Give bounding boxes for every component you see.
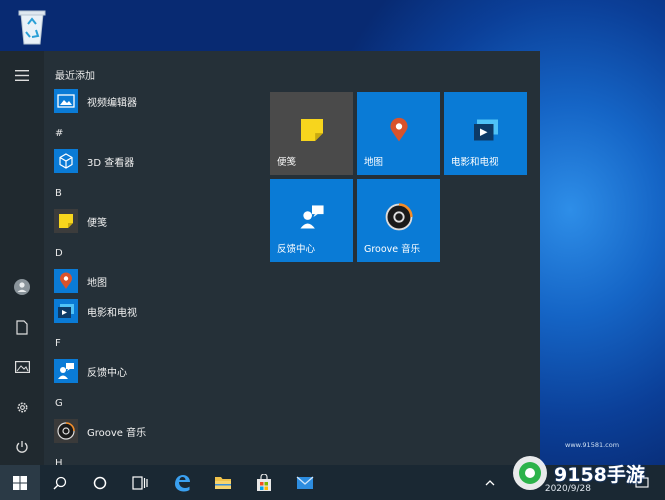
cube-icon: [54, 149, 78, 173]
tile-sticky-notes[interactable]: 便笺: [270, 92, 353, 175]
task-view-button[interactable]: [120, 465, 160, 500]
movies-tv-icon: [54, 299, 78, 323]
app-item-feedback-hub[interactable]: 反馈中心: [44, 356, 256, 386]
app-item-sticky-notes[interactable]: 便笺: [44, 206, 256, 236]
power-icon[interactable]: [0, 431, 44, 463]
mail-button[interactable]: [285, 465, 325, 500]
app-list: 最近添加 视频编辑器 # 3D 查看器 B 便笺 D 地图 电影和电视 F 反馈…: [44, 51, 256, 469]
app-label: 地图: [87, 277, 107, 289]
start-button[interactable]: [0, 465, 40, 500]
windows-logo-icon: [13, 475, 27, 490]
recycle-bin-icon[interactable]: [16, 6, 48, 46]
file-explorer-button[interactable]: [203, 465, 243, 500]
video-editor-icon: [54, 89, 78, 113]
map-pin-icon: [385, 116, 413, 144]
sticky-note-icon: [54, 209, 78, 233]
watermark: 9158手游: [510, 446, 665, 500]
movies-tv-icon: [472, 116, 500, 144]
section-header-hash[interactable]: #: [55, 128, 63, 139]
feedback-hub-icon: [54, 359, 78, 383]
app-label: 3D 查看器: [87, 157, 135, 169]
section-header-g[interactable]: G: [55, 398, 63, 409]
tile-maps[interactable]: 地图: [357, 92, 440, 175]
cortana-button[interactable]: [80, 465, 120, 500]
store-bag-icon: [257, 473, 271, 491]
app-label: 便笺: [87, 217, 107, 229]
watermark-logo-icon: [513, 456, 547, 490]
section-header-d[interactable]: D: [55, 248, 63, 259]
groove-music-icon: [385, 203, 413, 231]
chevron-up-icon: [485, 480, 495, 486]
section-header-recent[interactable]: 最近添加: [55, 67, 95, 82]
edge-button[interactable]: [162, 465, 202, 500]
tile-label: 电影和电视: [451, 157, 499, 168]
tile-label: 便笺: [277, 157, 297, 168]
start-menu: 最近添加 视频编辑器 # 3D 查看器 B 便笺 D 地图 电影和电视 F 反馈…: [0, 51, 540, 469]
tile-movies-tv[interactable]: 电影和电视: [444, 92, 527, 175]
tile-label: 地图: [364, 157, 384, 168]
app-label: 电影和电视: [87, 307, 137, 319]
groove-music-icon: [54, 419, 78, 443]
app-label: 反馈中心: [87, 367, 127, 379]
tile-feedback-hub[interactable]: 反馈中心: [270, 179, 353, 262]
section-header-f[interactable]: F: [55, 338, 61, 349]
app-label: Groove 音乐: [87, 427, 147, 439]
cortana-circle-icon: [93, 476, 107, 489]
show-hidden-icons-button[interactable]: [478, 465, 502, 500]
app-item-3d-viewer[interactable]: 3D 查看器: [44, 146, 256, 176]
app-label: 视频编辑器: [87, 97, 137, 109]
pictures-icon[interactable]: [0, 351, 44, 383]
tile-groove-music[interactable]: Groove 音乐: [357, 179, 440, 262]
search-icon: [53, 476, 67, 489]
map-pin-icon: [54, 269, 78, 293]
folder-icon: [215, 477, 231, 489]
tile-label: Groove 音乐: [364, 244, 421, 255]
mail-envelope-icon: [296, 476, 314, 489]
task-view-icon: [132, 475, 148, 490]
sticky-note-icon: [298, 116, 326, 144]
app-item-movies-tv[interactable]: 电影和电视: [44, 296, 256, 326]
documents-icon[interactable]: [0, 311, 44, 343]
app-item-video-editor[interactable]: 视频编辑器: [44, 86, 256, 116]
settings-gear-icon[interactable]: [0, 391, 44, 423]
section-header-b[interactable]: B: [55, 188, 62, 199]
app-item-groove-music[interactable]: Groove 音乐: [44, 416, 256, 446]
search-button[interactable]: [40, 465, 80, 500]
watermark-brand: 9158手游: [554, 463, 645, 486]
hamburger-menu-icon[interactable]: [0, 59, 44, 91]
user-avatar-icon[interactable]: [0, 271, 44, 303]
tile-label: 反馈中心: [277, 244, 316, 255]
edge-browser-icon: [175, 474, 190, 491]
store-button[interactable]: [244, 465, 284, 500]
start-left-rail: [0, 51, 44, 465]
feedback-hub-icon: [298, 203, 326, 231]
app-item-maps[interactable]: 地图: [44, 266, 256, 296]
